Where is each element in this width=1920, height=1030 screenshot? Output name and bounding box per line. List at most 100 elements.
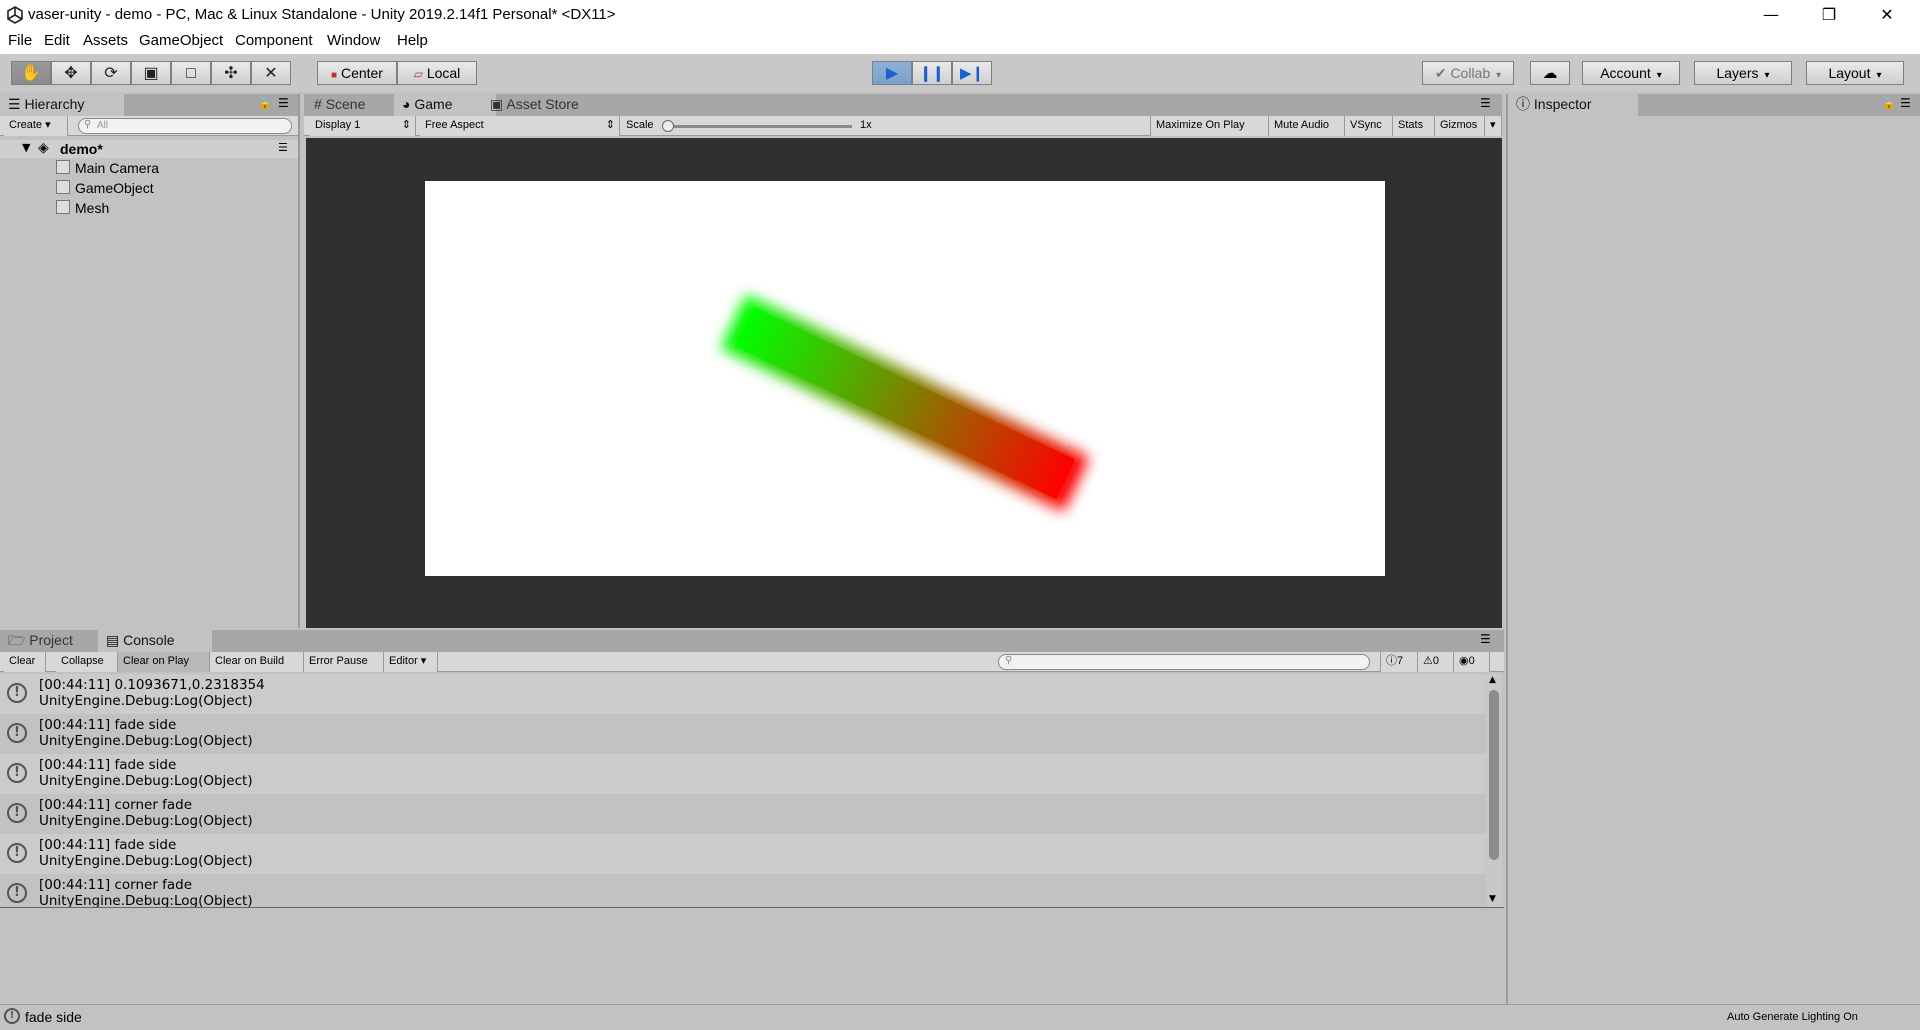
log-stack: UnityEngine.Debug:Log(Object) [39,813,253,829]
aspect-dropdown[interactable]: Free Aspect ⇕ [420,116,620,136]
menu-gameobject[interactable]: GameObject [139,32,223,49]
menu-file[interactable]: File [8,32,32,49]
space-label: Local [426,65,461,81]
custom-tool-button[interactable]: ✕ [251,61,291,85]
console-icon: ▤ [106,632,120,648]
panel-menu-icon[interactable]: ☰ [1900,96,1911,110]
minimize-button[interactable]: — [1742,0,1800,30]
pause-button[interactable]: ❙❙ [912,61,952,85]
menu-assets[interactable]: Assets [83,32,128,49]
panel-menu-icon[interactable]: ☰ [278,96,289,110]
rotate-tool-button[interactable]: ⟳ [91,61,131,85]
log-entry[interactable]: ! [00:44:11] fade side UnityEngine.Debug:… [0,754,1486,794]
console-log-list: ! [00:44:11] 0.1093671,0.2318354 UnityEng… [0,674,1504,908]
gameobject-cube-icon [56,160,70,174]
log-entry[interactable]: ! [00:44:11] corner fade UnityEngine.Debu… [0,794,1486,834]
maximize-button[interactable]: ❐ [1800,0,1858,30]
console-search-input[interactable]: ⚲ [998,654,1370,670]
pivot-space-button[interactable]: ▱ Local [397,61,477,85]
log-entry[interactable]: ! [00:44:11] fade side UnityEngine.Debug:… [0,834,1486,874]
lock-icon[interactable]: 🔒 [258,97,272,110]
log-entry[interactable]: ! [00:44:11] fade side UnityEngine.Debug:… [0,714,1486,754]
scene-row[interactable]: ▼ ◈ demo* ☰ [0,140,298,158]
mute-audio-toggle[interactable]: Mute Audio [1269,116,1345,136]
step-button[interactable]: ▶❙ [952,61,992,85]
slider-thumb[interactable] [662,120,674,132]
game-viewport[interactable] [306,138,1502,628]
scrollbar-thumb[interactable] [1489,690,1499,860]
log-message: [00:44:11] 0.1093671,0.2318354 [39,677,265,693]
warning-filter-toggle[interactable]: ⚠0 [1418,652,1454,672]
status-message[interactable]: fade side [25,1009,82,1025]
scroll-down-icon[interactable]: ▼ [1489,894,1496,904]
scroll-up-icon[interactable]: ▲ [1489,675,1496,685]
tab-hierarchy[interactable]: ☰ Hierarchy [0,94,124,116]
expand-arrow-icon[interactable]: ▼ [22,141,30,154]
tab-game[interactable]: ◕ Game [394,94,496,116]
tab-console[interactable]: ▤ Console [98,630,212,652]
menu-component[interactable]: Component [235,32,313,49]
cloud-button[interactable]: ☁ [1530,61,1570,85]
panel-menu-icon[interactable]: ☰ [1480,632,1491,646]
tab-scene[interactable]: # Scene [306,94,408,116]
log-info-icon: ! [7,723,27,743]
clear-button[interactable]: Clear [4,652,46,672]
error-filter-toggle[interactable]: ◉0 [1454,652,1490,672]
pivot-mode-button[interactable]: ■ Center [317,61,397,85]
account-dropdown[interactable]: Account [1582,61,1680,85]
layout-dropdown[interactable]: Layout [1806,61,1904,85]
collab-dropdown[interactable]: ✔ Collab [1422,61,1514,85]
display-dropdown[interactable]: Display 1 ⇕ [310,116,416,136]
game-panel: # Scene ◕ Game ▣ Asset Store ☰ Display 1… [304,94,1502,628]
move-tool-icon: ✥ [64,65,78,82]
clear-on-build-toggle[interactable]: Clear on Build [210,652,304,672]
hierarchy-item[interactable]: GameObject [0,180,298,198]
editor-dropdown[interactable]: Editor ▾ [384,652,438,672]
scale-slider[interactable] [662,120,852,132]
maximize-on-play-toggle[interactable]: Maximize On Play [1150,116,1269,136]
hand-tool-button[interactable]: ✋ [11,61,51,85]
window-title: vaser-unity - demo - PC, Mac & Linux Sta… [28,6,616,23]
log-entry[interactable]: ! [00:44:11] 0.1093671,0.2318354 UnityEng… [0,674,1486,714]
hierarchy-search-input[interactable]: ⚲ All [78,118,292,134]
close-button[interactable]: ✕ [1858,0,1916,30]
tab-asset-store[interactable]: ▣ Asset Store [482,94,618,116]
move-tool-button[interactable]: ✥ [51,61,91,85]
panel-menu-icon[interactable]: ☰ [1480,96,1491,110]
rect-tool-button[interactable]: □ [171,61,211,85]
menu-help[interactable]: Help [397,32,428,49]
mute-label: Mute Audio [1274,119,1330,131]
gizmos-toggle[interactable]: Gizmos [1435,116,1485,136]
log-entry[interactable]: ! [00:44:11] corner fade UnityEngine.Debu… [0,874,1486,907]
transform-tool-button[interactable]: ✣ [211,61,251,85]
vsync-toggle[interactable]: VSync [1345,116,1393,136]
gizmos-dropdown[interactable]: ▾ [1485,116,1502,136]
status-bar: ! fade side Auto Generate Lighting On [0,1004,1920,1030]
hierarchy-item[interactable]: Mesh [0,200,298,218]
log-stack: UnityEngine.Debug:Log(Object) [39,693,253,709]
menu-edit[interactable]: Edit [44,32,70,49]
gizmos-label: Gizmos [1440,119,1478,131]
stats-toggle[interactable]: Stats [1393,116,1435,136]
clear-on-play-toggle[interactable]: Clear on Play [118,652,210,672]
play-button[interactable]: ▶ [872,61,912,85]
hierarchy-item[interactable]: Main Camera [0,160,298,178]
account-label: Account [1600,65,1651,81]
log-stack: UnityEngine.Debug:Log(Object) [39,853,253,869]
console-scrollbar[interactable]: ▲ ▼ [1486,674,1502,907]
info-filter-toggle[interactable]: ⓘ7 [1380,652,1418,672]
inspector-panel: ⓘ Inspector 🔒 ☰ [1506,94,1920,1004]
tab-project[interactable]: 🗁 Project [0,630,112,652]
scale-tool-button[interactable]: ▣ [131,61,171,85]
error-pause-toggle[interactable]: Error Pause [304,652,384,672]
scene-menu-icon[interactable]: ☰ [278,141,288,154]
collapse-toggle[interactable]: Collapse [56,652,118,672]
menu-window[interactable]: Window [327,32,380,49]
lock-icon[interactable]: 🔒 [1882,97,1896,110]
error-pause-label: Error Pause [309,655,368,667]
create-dropdown[interactable]: Create ▾ [4,116,68,136]
layers-dropdown[interactable]: Layers [1694,61,1792,85]
scale-label: Scale [626,119,654,131]
tab-inspector[interactable]: ⓘ Inspector [1508,94,1638,116]
store-tab-label: Asset Store [506,96,579,112]
